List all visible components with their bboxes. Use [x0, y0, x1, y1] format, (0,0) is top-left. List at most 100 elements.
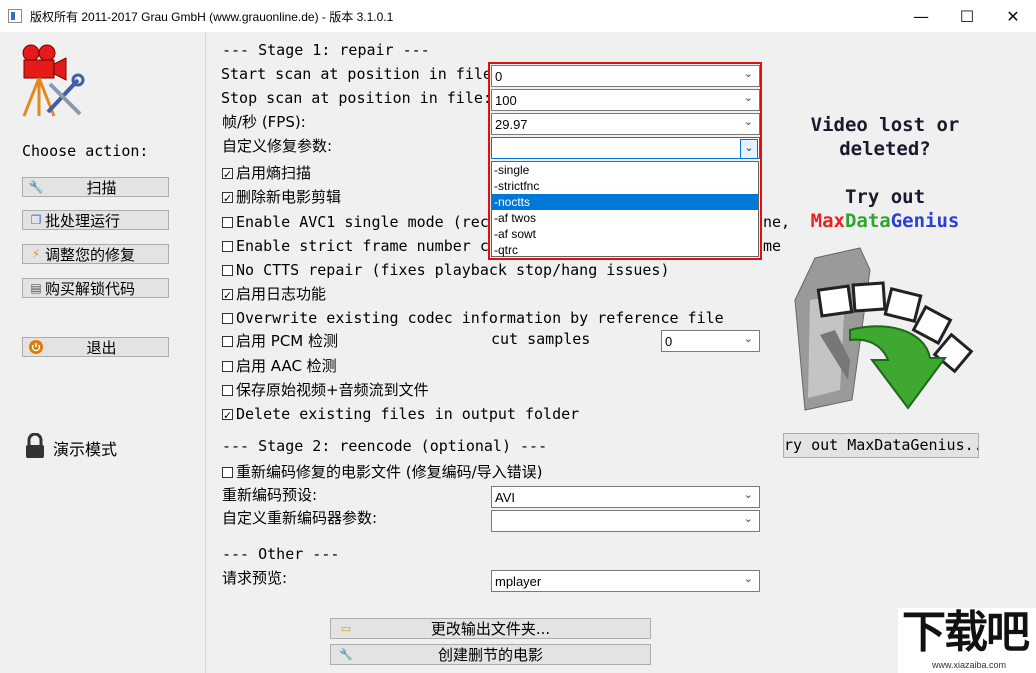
- chevron-down-icon: ⌄: [743, 512, 753, 525]
- checkbox[interactable]: [222, 336, 233, 347]
- shop-icon: ▤: [30, 281, 42, 295]
- start-scan-label: Start scan at position in file:: [221, 65, 489, 83]
- minimize-button[interactable]: —: [898, 0, 944, 32]
- preset-label: 重新编码预设:: [222, 486, 318, 504]
- adjust-repair-button[interactable]: ⚡ 调整您的修复: [22, 244, 169, 264]
- watermark-url: www.xiazaiba.com: [932, 660, 1007, 670]
- create-cut-label: 创建删节的电影: [437, 646, 543, 664]
- preview-label: 请求预览:: [222, 569, 288, 587]
- custom-params-label: 自定义修复参数:: [222, 137, 333, 155]
- option-save-streams[interactable]: 保存原始视频+音频流到文件: [222, 380, 429, 400]
- checkbox[interactable]: [222, 406, 233, 426]
- option-label: Enable AVC1 single mode (rec: [236, 213, 489, 231]
- window-title: 版权所有 2011-2017 Grau GmbH (www.grauonline…: [30, 10, 394, 24]
- scan-button[interactable]: 🔧 扫描: [22, 177, 169, 197]
- brand-max: Max: [810, 210, 845, 232]
- option-aac[interactable]: 启用 AAC 检测: [222, 356, 337, 376]
- try-maxdatagenius-button[interactable]: ry out MaxDataGenius..: [783, 433, 979, 458]
- watermark: 下载吧 www.xiazaiba.com: [898, 608, 1036, 673]
- cut-samples-select[interactable]: 0 ⌄: [661, 330, 760, 352]
- option-strict-frame[interactable]: Enable strict frame number c: [222, 236, 489, 256]
- option-avc1-single[interactable]: Enable AVC1 single mode (rec: [222, 212, 489, 232]
- checkbox[interactable]: [222, 385, 233, 396]
- stage1-heading: --- Stage 1: repair ---: [222, 41, 430, 59]
- option-entropy-scan[interactable]: 启用熵扫描: [222, 163, 312, 185]
- option-label: Overwrite existing codec information by …: [236, 309, 724, 327]
- other-heading: --- Other ---: [222, 545, 340, 563]
- option-label: Enable strict frame number c: [236, 237, 489, 255]
- lightning-icon: ⚡: [31, 247, 41, 261]
- ad-try-out: Try out: [844, 186, 926, 208]
- option-label: 保存原始视频+音频流到文件: [236, 381, 429, 399]
- sidebar-divider: [205, 32, 206, 673]
- stage2-heading: --- Stage 2: reencode (optional) ---: [222, 437, 548, 455]
- checkbox[interactable]: [222, 313, 233, 324]
- batch-run-label: 批处理运行: [45, 211, 121, 230]
- ad-headline-2: deleted?: [839, 138, 931, 160]
- stop-scan-label: Stop scan at position in file:: [221, 89, 489, 107]
- checkbox[interactable]: [222, 286, 233, 306]
- custom-reencoder-select[interactable]: ⌄: [491, 510, 760, 532]
- power-icon: [27, 339, 45, 355]
- preset-value: AVI: [495, 490, 515, 505]
- adjust-repair-label: 调整您的修复: [45, 245, 136, 264]
- chevron-down-icon: ⌄: [743, 488, 753, 501]
- batch-run-button[interactable]: ❐ 批处理运行: [22, 210, 169, 230]
- exit-label: 退出: [86, 338, 117, 357]
- option-enable-log[interactable]: 启用日志功能: [222, 284, 327, 306]
- ad-brand: MaxDataGenius: [790, 210, 980, 232]
- chevron-down-icon: ⌄: [743, 572, 753, 585]
- close-button[interactable]: ✕: [990, 0, 1036, 32]
- option-overwrite-codec[interactable]: Overwrite existing codec information by …: [222, 308, 724, 328]
- cut-samples-value: 0: [665, 334, 673, 349]
- folder-icon: ▭: [340, 622, 352, 635]
- brand-genius: Genius: [890, 210, 960, 232]
- watermark-logo: 下载吧: [902, 607, 1030, 658]
- exit-button[interactable]: 退出: [22, 337, 169, 357]
- maximize-button[interactable]: ☐: [944, 0, 990, 32]
- checkbox[interactable]: [222, 189, 233, 209]
- option-strict-tail: me: [763, 237, 782, 255]
- option-label: 启用日志功能: [236, 285, 327, 303]
- preset-select[interactable]: AVI ⌄: [491, 486, 760, 508]
- chevron-down-icon: ⌄: [743, 332, 753, 345]
- buy-unlock-button[interactable]: ▤ 购买解锁代码: [22, 278, 169, 298]
- option-reencode[interactable]: 重新编码修复的电影文件 (修复编码/导入错误): [222, 462, 543, 482]
- choose-action-label: Choose action:: [22, 142, 149, 160]
- create-cut-movie-button[interactable]: 🔧 创建删节的电影: [330, 644, 651, 665]
- option-label: 删除新电影剪辑: [236, 188, 342, 206]
- buy-unlock-label: 购买解锁代码: [45, 279, 136, 298]
- checkbox[interactable]: [222, 241, 233, 252]
- brand-data: Data: [844, 210, 891, 232]
- cut-samples-label: cut samples: [491, 330, 591, 348]
- option-label: Delete existing files in output folder: [236, 405, 580, 423]
- option-delete-existing[interactable]: Delete existing files in output folder: [222, 404, 580, 426]
- option-avc1-tail: ne,: [763, 213, 791, 231]
- app-icon: [8, 9, 22, 23]
- change-output-folder-button[interactable]: ▭ 更改输出文件夹...: [330, 618, 651, 639]
- checkbox[interactable]: [222, 217, 233, 228]
- recovery-illustration-icon: [794, 247, 974, 411]
- option-delete-clips[interactable]: 删除新电影剪辑: [222, 187, 342, 209]
- option-label: 启用 PCM 检测: [236, 332, 338, 350]
- lock-icon: [26, 433, 44, 458]
- checkbox[interactable]: [222, 467, 233, 478]
- preview-select[interactable]: mplayer ⌄: [491, 570, 760, 592]
- option-label: 启用 AAC 检测: [236, 357, 337, 375]
- custom-reencoder-label: 自定义重新编码器参数:: [222, 509, 378, 527]
- option-label: No CTTS repair (fixes playback stop/hang…: [236, 261, 670, 279]
- option-label: 启用熵扫描: [236, 164, 312, 182]
- highlight-frame: [488, 62, 762, 260]
- checkbox[interactable]: [222, 265, 233, 276]
- title-bar: 版权所有 2011-2017 Grau GmbH (www.grauonline…: [0, 0, 1036, 32]
- wrench-icon: 🔧: [339, 648, 353, 661]
- scan-button-label: 扫描: [86, 178, 117, 197]
- change-output-label: 更改输出文件夹...: [430, 620, 551, 638]
- demo-mode-label: 演示模式: [53, 440, 118, 459]
- batch-icon: ❐: [30, 213, 42, 227]
- ad-headline-1: Video lost or: [810, 114, 960, 136]
- checkbox[interactable]: [222, 165, 233, 185]
- option-no-ctts[interactable]: No CTTS repair (fixes playback stop/hang…: [222, 260, 669, 280]
- option-pcm[interactable]: 启用 PCM 检测: [222, 331, 338, 351]
- checkbox[interactable]: [222, 361, 233, 372]
